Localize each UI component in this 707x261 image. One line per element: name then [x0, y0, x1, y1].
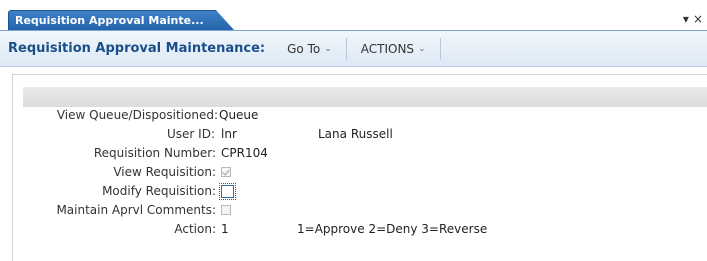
close-icon[interactable]: ×: [693, 12, 703, 26]
modify-requisition-row: Modify Requisition:: [0, 182, 216, 200]
action-value[interactable]: 1: [221, 220, 229, 238]
tab-controls: ▾ ×: [683, 12, 703, 26]
chevron-down-icon[interactable]: ▾: [683, 12, 689, 26]
view-queue-row: View Queue/Dispositioned:: [0, 106, 218, 124]
action-hint: 1=Approve 2=Deny 3=Reverse: [297, 222, 488, 236]
action-label: Action:: [174, 222, 216, 236]
view-queue-value: Queue: [219, 108, 259, 122]
maintain-comments-checkbox: [221, 205, 231, 215]
maintain-comments-row: Maintain Aprvl Comments:: [0, 201, 216, 219]
view-queue-label: View Queue/Dispositioned:: [56, 108, 218, 122]
modify-requisition-checkbox[interactable]: [219, 183, 236, 200]
user-id-row: User ID:: [0, 125, 215, 143]
page-title: Requisition Approval Maintenance:: [8, 41, 266, 56]
menu-divider: [439, 37, 441, 60]
user-full-name: Lana Russell: [318, 127, 393, 141]
tab-label: Requisition Approval Mainte...: [15, 14, 204, 27]
user-id-label: User ID:: [167, 127, 215, 141]
chevron-down-icon: ⌄: [418, 43, 426, 54]
actions-menu-label: ACTIONS: [360, 41, 415, 56]
view-requisition-checkbox: [221, 167, 231, 177]
actions-menu[interactable]: ACTIONS ⌄: [347, 38, 440, 60]
chevron-down-icon: ⌄: [324, 43, 332, 54]
action-row: Action:: [0, 220, 216, 238]
requisition-number-label: Requisition Number:: [93, 146, 216, 160]
requisition-number-value: CPR104: [221, 146, 268, 160]
tab-requisition-approval[interactable]: Requisition Approval Mainte...: [8, 10, 234, 30]
page-toolbar: Requisition Approval Maintenance: Go To …: [0, 31, 707, 67]
modify-requisition-label: Modify Requisition:: [102, 184, 216, 198]
user-id-value: lnr: [221, 127, 237, 141]
goto-menu-label: Go To: [287, 41, 321, 56]
requisition-number-row: Requisition Number:: [0, 144, 216, 162]
goto-menu[interactable]: Go To ⌄: [273, 38, 346, 60]
maintain-comments-label: Maintain Aprvl Comments:: [56, 203, 216, 217]
tab-strip: Requisition Approval Mainte... ▾ ×: [0, 0, 707, 31]
view-requisition-row: View Requisition:: [0, 163, 216, 181]
panel-header-bar: [23, 87, 707, 107]
view-requisition-label: View Requisition:: [113, 165, 216, 179]
